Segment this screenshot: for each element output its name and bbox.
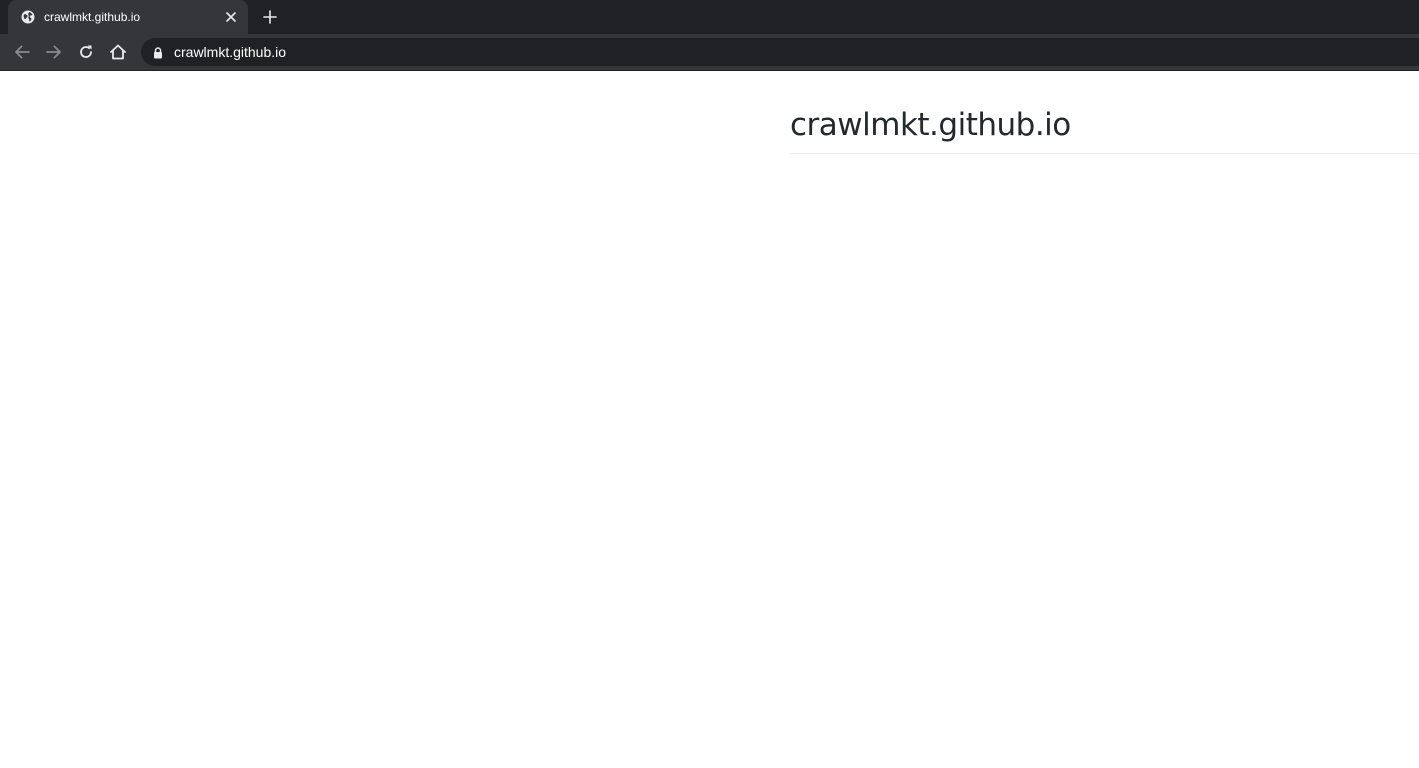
globe-icon — [21, 10, 35, 24]
plus-icon[interactable] — [259, 6, 281, 28]
heading-divider — [790, 153, 1419, 154]
url-text[interactable]: crawlmkt.github.io — [174, 44, 286, 60]
reload-icon[interactable] — [74, 40, 98, 64]
page-content: crawlmkt.github.io — [0, 71, 1419, 768]
lock-icon[interactable] — [153, 46, 163, 59]
browser-window: crawlmkt.github.io crawlmkt.github.io cr… — [0, 0, 1419, 768]
toolbar: crawlmkt.github.io — [0, 34, 1419, 71]
tab-active[interactable]: crawlmkt.github.io — [8, 0, 248, 34]
tab-title: crawlmkt.github.io — [44, 10, 141, 24]
back-arrow-icon[interactable] — [10, 40, 34, 64]
home-icon[interactable] — [106, 40, 130, 64]
tab-strip: crawlmkt.github.io — [0, 0, 1419, 34]
forward-arrow-icon[interactable] — [42, 40, 66, 64]
address-bar[interactable]: crawlmkt.github.io — [141, 38, 1419, 66]
close-icon[interactable] — [222, 8, 240, 26]
page-title: crawlmkt.github.io — [790, 107, 1071, 143]
